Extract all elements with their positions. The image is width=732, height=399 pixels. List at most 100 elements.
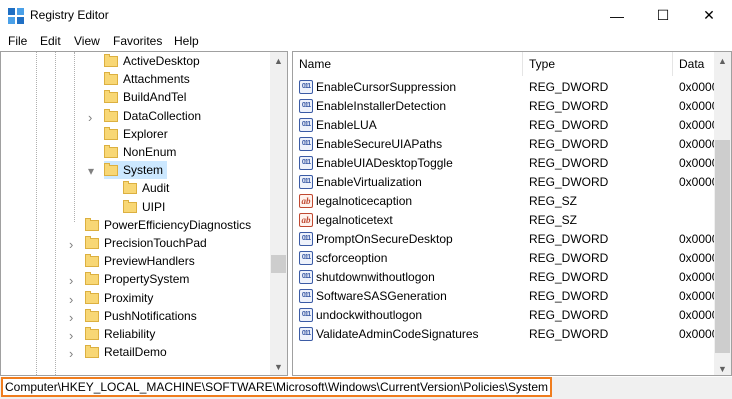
tree-item-label: PreviewHandlers [104, 254, 195, 268]
value-name: scforceoption [316, 250, 388, 265]
registry-value-row[interactable]: ab legalnoticecaption REG_SZ [293, 191, 716, 210]
registry-editor-icon [8, 8, 24, 24]
tree-item[interactable]: NonEnum [104, 143, 176, 161]
key-tree-pane[interactable]: ActiveDesktop Attachments BuildAndTel DataC… [0, 51, 288, 376]
folder-icon [123, 199, 137, 213]
reg-dword-icon: 011 [299, 155, 313, 170]
tree-scroll-thumb[interactable] [271, 255, 286, 273]
chevron-down-icon[interactable]: ▾ [88, 164, 94, 178]
tree-item[interactable]: PropertySystem [85, 270, 189, 288]
chevron-right-icon[interactable]: › [88, 110, 92, 125]
reg-dword-icon: 011 [299, 288, 313, 303]
registry-value-row[interactable]: 011 EnableSecureUIAPaths REG_DWORD 0x0000 [293, 134, 716, 153]
registry-value-row[interactable]: 011 EnableInstallerDetection REG_DWORD 0x00… [293, 96, 716, 115]
folder-icon [85, 217, 99, 231]
value-type-cell: REG_DWORD [529, 307, 609, 322]
value-name-cell: ab legalnoticetext [299, 210, 521, 229]
chevron-right-icon[interactable]: › [69, 310, 73, 325]
folder-icon [85, 326, 99, 340]
reg-dword-icon: 011 [299, 307, 313, 322]
tree-item[interactable]: PrecisionTouchPad [85, 234, 207, 252]
tree-item[interactable]: Reliability [85, 325, 155, 343]
chevron-right-icon[interactable]: › [69, 273, 73, 288]
value-type-cell: REG_DWORD [529, 288, 609, 303]
list-vertical-scrollbar[interactable]: ▲ ▼ [714, 52, 731, 375]
maximize-icon: ☐ [656, 7, 670, 23]
value-type-cell: REG_DWORD [529, 250, 609, 265]
scroll-down-icon[interactable]: ▼ [714, 360, 731, 375]
value-data-cell: 0x0000 [679, 136, 716, 151]
value-name-cell: 011 ValidateAdminCodeSignatures [299, 324, 521, 343]
tree-item[interactable]: DataCollection [104, 107, 201, 125]
maximize-button[interactable]: ☐ [640, 0, 686, 31]
value-type-cell: REG_DWORD [529, 98, 609, 113]
value-name: undockwithoutlogon [316, 307, 423, 322]
tree-item[interactable]: Explorer [104, 125, 168, 143]
value-data-cell: 0x0000 [679, 155, 716, 170]
close-button[interactable]: ✕ [686, 0, 732, 31]
value-name: EnableCursorSuppression [316, 79, 457, 94]
registry-value-row[interactable]: 011 undockwithoutlogon REG_DWORD 0x0000 [293, 305, 716, 324]
value-name-cell: 011 EnableUIADesktopToggle [299, 153, 521, 172]
value-name-cell: 011 EnableLUA [299, 115, 521, 134]
tree-item-label: UIPI [142, 200, 166, 214]
value-name: EnableSecureUIAPaths [316, 136, 443, 151]
column-header-type[interactable]: Type [523, 52, 673, 76]
registry-value-row[interactable]: 011 scforceoption REG_DWORD 0x0000 [293, 248, 716, 267]
registry-value-row[interactable]: 011 ValidateAdminCodeSignatures REG_DWORD 0… [293, 324, 716, 343]
registry-value-row[interactable]: 011 EnableUIADesktopToggle REG_DWORD 0x0000 [293, 153, 716, 172]
chevron-right-icon[interactable]: › [69, 346, 73, 361]
value-data-cell: 0x0000 [679, 79, 716, 94]
registry-value-row[interactable]: 011 EnableCursorSuppression REG_DWORD 0x000… [293, 77, 716, 96]
registry-value-row[interactable]: 011 SoftwareSASGeneration REG_DWORD 0x0000 [293, 286, 716, 305]
tree-item-label: ActiveDesktop [123, 54, 200, 68]
tree-item[interactable]: ActiveDesktop [104, 52, 200, 70]
chevron-right-icon[interactable]: › [69, 292, 73, 307]
tree-item[interactable]: PowerEfficiencyDiagnostics [85, 216, 251, 234]
chevron-right-icon[interactable]: › [69, 328, 73, 343]
registry-value-row[interactable]: 011 PromptOnSecureDesktop REG_DWORD 0x0000 [293, 229, 716, 248]
value-data-cell: 0x0000 [679, 269, 716, 284]
value-type-cell: REG_DWORD [529, 117, 609, 132]
folder-icon [85, 344, 99, 358]
values-list-pane[interactable]: Name Type Data 011 EnableCursorSuppressio… [292, 51, 732, 376]
tree-item[interactable]: Proximity [85, 289, 153, 307]
scroll-up-icon[interactable]: ▲ [270, 52, 287, 69]
registry-value-row[interactable]: 011 EnableVirtualization REG_DWORD 0x0000 [293, 172, 716, 191]
tree-item[interactable]: Attachments [104, 70, 190, 88]
chevron-right-icon[interactable]: › [69, 237, 73, 252]
column-header-name[interactable]: Name [293, 52, 523, 76]
list-scroll-thumb[interactable] [715, 140, 730, 353]
reg-dword-icon: 011 [299, 98, 313, 113]
value-type-cell: REG_DWORD [529, 174, 609, 189]
menu-favorites[interactable]: Favorites [113, 34, 162, 48]
registry-value-row[interactable]: 011 shutdownwithoutlogon REG_DWORD 0x0000 [293, 267, 716, 286]
tree-item[interactable]: BuildAndTel [104, 88, 186, 106]
menu-file[interactable]: File [8, 34, 27, 48]
folder-icon [104, 71, 118, 85]
tree-item[interactable]: System [104, 161, 168, 179]
reg-string-icon: ab [299, 212, 313, 227]
tree-vertical-scrollbar[interactable]: ▲ ▼ [270, 52, 287, 375]
value-type-cell: REG_DWORD [529, 136, 609, 151]
tree-item[interactable]: PreviewHandlers [85, 252, 195, 270]
tree-item[interactable]: PushNotifications [85, 307, 197, 325]
registry-value-row[interactable]: 011 EnableLUA REG_DWORD 0x0000 [293, 115, 716, 134]
scroll-down-icon[interactable]: ▼ [270, 358, 287, 375]
minimize-button[interactable]: — [594, 0, 640, 31]
value-data-cell [679, 191, 716, 210]
tree-item[interactable]: RetailDemo [85, 343, 167, 361]
close-icon: ✕ [703, 7, 715, 23]
title-bar: Registry Editor — ☐ ✕ [0, 0, 732, 31]
tree-item[interactable]: UIPI [123, 198, 165, 216]
reg-string-icon: ab [299, 193, 313, 208]
tree-item-label: RetailDemo [104, 345, 167, 359]
registry-value-row[interactable]: ab legalnoticetext REG_SZ [293, 210, 716, 229]
tree-guide-line [74, 52, 75, 222]
menu-view[interactable]: View [74, 34, 100, 48]
menu-help[interactable]: Help [174, 34, 199, 48]
tree-item[interactable]: Audit [123, 179, 169, 197]
menu-edit[interactable]: Edit [40, 34, 61, 48]
tree-item-label: BuildAndTel [123, 90, 187, 104]
scroll-up-icon[interactable]: ▲ [714, 52, 731, 69]
